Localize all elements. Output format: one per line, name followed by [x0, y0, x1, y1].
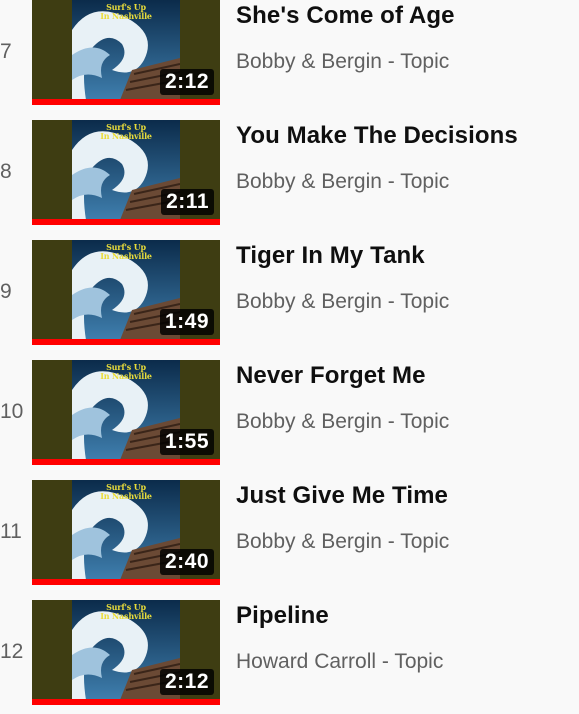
playlist-item[interactable]: 11 Surf's Up In Nashville 2:40 Just Give… — [0, 480, 579, 600]
channel-name[interactable]: Howard Carroll - Topic — [236, 650, 443, 674]
channel-name[interactable]: Bobby & Bergin - Topic — [236, 50, 449, 74]
item-index: 9 — [0, 280, 12, 303]
album-art-text: Surf's Up In Nashville — [100, 2, 152, 21]
item-index: 12 — [0, 640, 24, 663]
album-art-text: Surf's Up In Nashville — [100, 482, 152, 501]
item-index: 10 — [0, 400, 24, 423]
video-title[interactable]: Tiger In My Tank — [236, 242, 425, 270]
playlist-panel: 7 Surf's Up In Nashville 2:12 She's Come… — [0, 0, 579, 714]
channel-name[interactable]: Bobby & Bergin - Topic — [236, 290, 449, 314]
playlist-item[interactable]: 7 Surf's Up In Nashville 2:12 She's Come… — [0, 0, 579, 120]
video-thumbnail[interactable]: Surf's Up In Nashville 1:55 — [32, 360, 220, 465]
channel-name[interactable]: Bobby & Bergin - Topic — [236, 410, 449, 434]
watched-progress-bar — [32, 459, 220, 465]
channel-name[interactable]: Bobby & Bergin - Topic — [236, 530, 449, 554]
item-index: 8 — [0, 160, 12, 183]
album-art-text: Surf's Up In Nashville — [100, 602, 152, 621]
playlist-item[interactable]: 10 Surf's Up In Nashville 1:55 Never For… — [0, 360, 579, 480]
watched-progress-bar — [32, 579, 220, 585]
watched-progress-bar — [32, 99, 220, 105]
item-index: 11 — [0, 520, 22, 543]
video-thumbnail[interactable]: Surf's Up In Nashville 2:40 — [32, 480, 220, 585]
duration-badge: 2:12 — [159, 669, 214, 695]
playlist-item[interactable]: 9 Surf's Up In Nashville 1:49 Tiger In M… — [0, 240, 579, 360]
video-thumbnail[interactable]: Surf's Up In Nashville 2:12 — [32, 600, 220, 705]
duration-badge: 1:49 — [159, 309, 214, 335]
video-title[interactable]: Just Give Me Time — [236, 482, 448, 510]
watched-progress-bar — [32, 699, 220, 705]
video-thumbnail[interactable]: Surf's Up In Nashville 1:49 — [32, 240, 220, 345]
duration-badge: 1:55 — [159, 429, 214, 455]
channel-name[interactable]: Bobby & Bergin - Topic — [236, 170, 449, 194]
album-art-text: Surf's Up In Nashville — [100, 122, 152, 141]
duration-badge: 2:12 — [159, 69, 214, 95]
item-index: 7 — [0, 40, 12, 63]
album-art-text: Surf's Up In Nashville — [100, 362, 152, 381]
video-title[interactable]: Pipeline — [236, 602, 329, 630]
video-title[interactable]: Never Forget Me — [236, 362, 426, 390]
video-thumbnail[interactable]: Surf's Up In Nashville 2:11 — [32, 120, 220, 225]
video-title[interactable]: You Make The Decisions — [236, 122, 518, 150]
video-title[interactable]: She's Come of Age — [236, 2, 455, 30]
video-thumbnail[interactable]: Surf's Up In Nashville 2:12 — [32, 0, 220, 105]
duration-badge: 2:11 — [161, 189, 214, 215]
playlist-item[interactable]: 8 Surf's Up In Nashville 2:11 You Make T… — [0, 120, 579, 240]
watched-progress-bar — [32, 219, 220, 225]
album-art-text: Surf's Up In Nashville — [100, 242, 152, 261]
duration-badge: 2:40 — [159, 549, 214, 575]
playlist-item[interactable]: 12 Surf's Up In Nashville 2:12 Pipeline … — [0, 600, 579, 714]
watched-progress-bar — [32, 339, 220, 345]
